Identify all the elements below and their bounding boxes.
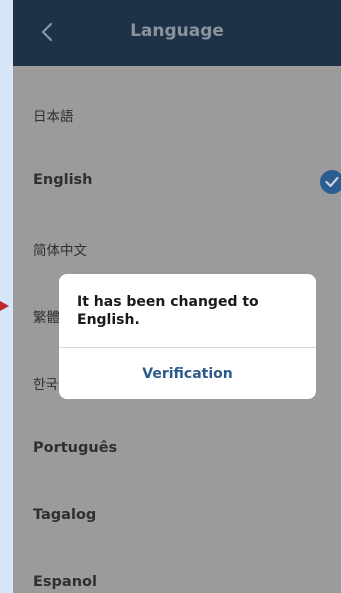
dialog-message: It has been changed to English. [77,294,259,328]
annotation-arrow-icon [0,301,9,311]
language-item-japanese[interactable]: 日本語 [13,81,341,148]
language-label: Tagalog [33,507,97,523]
language-item-english[interactable]: English [13,148,341,215]
language-item-portuguese[interactable]: Português [13,416,341,483]
verification-button[interactable]: Verification [59,348,316,399]
check-circle-icon [320,170,341,194]
page-title: Language [130,21,224,41]
language-label: English [33,172,93,188]
language-label: 日本語 [33,109,74,125]
language-item-spanish[interactable]: Espanol [13,550,341,593]
language-item-tagalog[interactable]: Tagalog [13,483,341,550]
language-label: 简体中文 [33,243,87,259]
language-label: Espanol [33,574,97,590]
language-item-simplified-chinese[interactable]: 简体中文 [13,215,341,282]
language-label: Português [33,440,118,456]
alert-dialog: It has been changed to English. Verifica… [59,274,316,399]
nav-header: Language [13,0,341,66]
